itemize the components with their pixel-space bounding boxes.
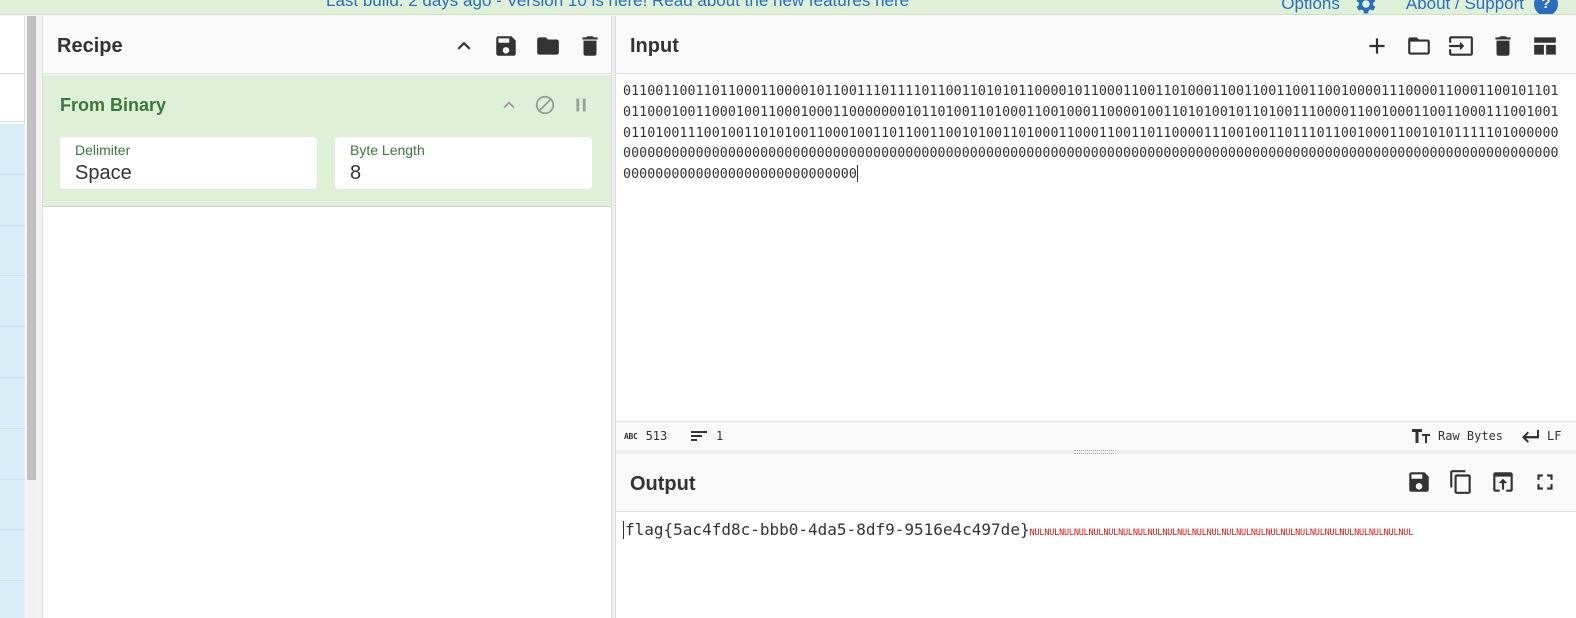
- recipe-header: Recipe: [43, 16, 611, 74]
- eol-selector[interactable]: LF: [1521, 429, 1561, 443]
- byte-length-value[interactable]: 8: [350, 162, 361, 185]
- delimiter-label: Delimiter: [75, 142, 131, 158]
- input-header: Input: [616, 16, 1576, 74]
- list-item[interactable]: [0, 327, 25, 378]
- folder-icon[interactable]: [527, 31, 569, 61]
- input-content: 0110011001101100011000010110011101111011…: [623, 84, 1559, 183]
- input-textarea[interactable]: 0110011001101100011000010110011101111011…: [623, 82, 1563, 186]
- chevron-up-icon[interactable]: [495, 91, 523, 119]
- banner-text[interactable]: Last build: 2 days ago - Version 10 is h…: [326, 0, 909, 11]
- input-file-icon[interactable]: [1440, 31, 1482, 61]
- plus-icon[interactable]: [1356, 31, 1398, 61]
- save-icon[interactable]: [485, 31, 527, 61]
- operation-title: From Binary: [60, 95, 167, 115]
- delimiter-field[interactable]: Delimiter Space: [60, 137, 317, 189]
- operations-search-input[interactable]: [0, 74, 24, 122]
- operation-controls: [495, 91, 595, 119]
- eol-label[interactable]: LF: [1547, 429, 1561, 443]
- input-title: Input: [630, 35, 679, 57]
- chevron-up-icon[interactable]: [443, 31, 485, 61]
- list-item[interactable]: [0, 276, 25, 328]
- folder-icon[interactable]: [1398, 31, 1440, 61]
- return-arrow-icon: [1522, 430, 1539, 443]
- length-indicator: ABC 513: [624, 429, 667, 443]
- byte-length-label: Byte Length: [350, 142, 425, 158]
- list-item[interactable]: [0, 581, 25, 618]
- list-item[interactable]: [0, 378, 25, 429]
- list-item[interactable]: [0, 226, 25, 277]
- save-icon[interactable]: [1398, 467, 1440, 497]
- length-value: 513: [645, 429, 668, 443]
- nul-characters: NULNULNULNULNULNULNULNULNULNULNULNULNULN…: [1029, 528, 1414, 538]
- gear-icon[interactable]: [1352, 0, 1378, 14]
- lines-value: 1: [716, 429, 724, 443]
- trash-icon[interactable]: [569, 31, 611, 61]
- options-link[interactable]: Options: [1281, 0, 1340, 14]
- cyberchef-app: Last build: 2 days ago - Version 10 is h…: [0, 0, 1576, 618]
- scrollbar-thumb[interactable]: [27, 16, 36, 480]
- recipe-pane: Recipe From Binary Delimiter Space Byte …: [43, 16, 611, 618]
- output-pane: Output flag{5ac4fd8c-bbb0-4da5-8df9-9516…: [616, 454, 1576, 618]
- pause-icon[interactable]: [567, 91, 595, 119]
- about-support-link[interactable]: About / Support: [1406, 0, 1524, 14]
- notice-banner: Last build: 2 days ago - Version 10 is h…: [0, 0, 1576, 15]
- output-toolbar: [1398, 467, 1566, 497]
- input-status-bar: ABC 513 1 Raw Bytes LF: [616, 421, 1576, 450]
- operations-pane: [0, 16, 25, 618]
- lines-icon: [691, 431, 707, 441]
- trash-icon[interactable]: [1482, 31, 1524, 61]
- text-cursor: [856, 165, 858, 183]
- list-item[interactable]: [0, 530, 25, 582]
- text-cursor: [623, 521, 624, 539]
- text-size-icon: [1412, 429, 1430, 443]
- delimiter-value[interactable]: Space: [75, 162, 132, 185]
- output-title: Output: [630, 473, 696, 495]
- list-item[interactable]: [0, 124, 25, 175]
- list-item[interactable]: [0, 480, 25, 531]
- lines-indicator: 1: [690, 429, 723, 443]
- banner-links: Options About / Support ?: [1281, 0, 1576, 14]
- disable-icon[interactable]: [531, 91, 559, 119]
- list-item[interactable]: [0, 429, 25, 480]
- operations-list: [0, 124, 25, 618]
- operations-scrollbar[interactable]: [26, 16, 37, 618]
- recipe-title: Recipe: [57, 35, 123, 57]
- input-toolbar: [1356, 31, 1566, 61]
- layout-icon[interactable]: [1524, 31, 1566, 61]
- input-pane: Input 0110011001101100011000010110011101…: [616, 16, 1576, 450]
- operations-header: [0, 16, 24, 74]
- abc-icon: ABC: [624, 431, 638, 441]
- encoding-selector[interactable]: Raw Bytes: [1412, 429, 1503, 443]
- recipe-operation-from-binary[interactable]: From Binary Delimiter Space Byte Length …: [43, 75, 611, 207]
- byte-length-field[interactable]: Byte Length 8: [335, 137, 592, 189]
- output-content: flag{5ac4fd8c-bbb0-4da5-8df9-9516e4c497d…: [625, 520, 1030, 539]
- maximize-icon[interactable]: [1524, 467, 1566, 497]
- replace-input-icon[interactable]: [1482, 467, 1524, 497]
- copy-icon[interactable]: [1440, 467, 1482, 497]
- encoding-label[interactable]: Raw Bytes: [1438, 429, 1503, 443]
- recipe-toolbar: [443, 31, 611, 61]
- output-header: Output: [616, 454, 1576, 512]
- list-item[interactable]: [0, 175, 25, 226]
- help-icon[interactable]: ?: [1534, 0, 1558, 14]
- output-textarea[interactable]: flag{5ac4fd8c-bbb0-4da5-8df9-9516e4c497d…: [623, 520, 1413, 539]
